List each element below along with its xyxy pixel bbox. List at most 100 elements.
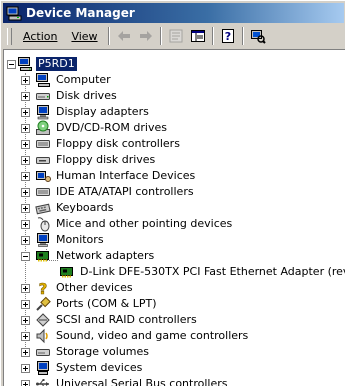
plus-icon: [23, 190, 28, 195]
category-label: SCSI and RAID controllers: [56, 313, 197, 326]
device-tree-pane[interactable]: P5RD1 Computer Disk drives Display adapt…: [3, 49, 345, 386]
menu-view[interactable]: View: [64, 28, 104, 45]
expand-toggle-root[interactable]: [7, 60, 16, 69]
category-usb[interactable]: Universal Serial Bus controllers: [35, 376, 229, 386]
sound-icon: [36, 328, 48, 344]
expand-toggle-floppy-drives[interactable]: [21, 156, 30, 165]
window-title: Device Manager: [26, 6, 135, 20]
category-floppy-drives[interactable]: Floppy disk drives: [35, 152, 157, 168]
category-computer[interactable]: Computer: [35, 72, 113, 88]
plus-icon: [23, 94, 28, 99]
category-mice[interactable]: Mice and other pointing devices: [35, 216, 234, 232]
ide-controller-icon: [36, 188, 50, 196]
expand-toggle-usb[interactable]: [21, 380, 30, 386]
system-device-icon: [37, 361, 49, 375]
toolbar-separator: [159, 27, 162, 45]
title-bar[interactable]: Device Manager: [3, 3, 344, 23]
expand-toggle-scsi[interactable]: [21, 316, 30, 325]
expand-toggle-ports[interactable]: [21, 300, 30, 309]
toolbar-grip[interactable]: [7, 27, 12, 45]
unknown-device-icon: ?: [38, 280, 48, 296]
category-other-devices[interactable]: ? Other devices: [35, 280, 135, 296]
expand-toggle-monitors[interactable]: [21, 236, 30, 245]
category-storage-volumes[interactable]: Storage volumes: [35, 344, 151, 360]
properties-button[interactable]: [165, 26, 187, 46]
category-disk-drives[interactable]: Disk drives: [35, 88, 119, 104]
toolbar-separator: [241, 27, 244, 45]
plus-icon: [23, 222, 28, 227]
network-adapter-icon: [60, 267, 73, 278]
expand-toggle-keyboards[interactable]: [21, 204, 30, 213]
plus-icon: [23, 110, 28, 115]
category-scsi[interactable]: SCSI and RAID controllers: [35, 312, 199, 328]
device-tree[interactable]: P5RD1 Computer Disk drives Display adapt…: [4, 50, 345, 386]
svg-text:?: ?: [224, 30, 230, 43]
plus-icon: [23, 286, 28, 291]
expand-toggle-floppy-controllers[interactable]: [21, 140, 30, 149]
toolbar-separator: [107, 27, 110, 45]
plus-icon: [23, 126, 28, 131]
help-button[interactable]: ?: [217, 26, 239, 46]
expand-toggle-dvd-cdrom[interactable]: [21, 124, 30, 133]
device-manager-icon: [6, 6, 22, 21]
details-view-button[interactable]: [187, 26, 209, 46]
tree-root-label: P5RD1: [36, 57, 77, 71]
properties-icon: [169, 29, 183, 43]
expand-toggle-system-devices[interactable]: [21, 364, 30, 373]
expand-toggle-sound[interactable]: [21, 332, 30, 341]
category-label: Sound, video and game controllers: [56, 329, 249, 342]
category-label: DVD/CD-ROM drives: [56, 121, 167, 134]
expand-toggle-other-devices[interactable]: [21, 284, 30, 293]
category-label: Computer: [56, 73, 111, 86]
category-label: System devices: [56, 361, 143, 374]
plus-icon: [23, 142, 28, 147]
expand-toggle-display-adapters[interactable]: [21, 108, 30, 117]
expand-toggle-computer[interactable]: [21, 76, 30, 85]
expand-toggle-ide[interactable]: [21, 188, 30, 197]
device-label: D-Link DFE-530TX PCI Fast Ethernet Adapt…: [80, 265, 345, 278]
device-manager-window: Device Manager Action View ? P5RD1 Compu…: [0, 0, 345, 386]
expand-toggle-network-adapters[interactable]: [21, 252, 30, 261]
expand-toggle-mice[interactable]: [21, 220, 30, 229]
scan-hardware-button[interactable]: [247, 26, 269, 46]
scan-hardware-icon: [250, 30, 266, 44]
category-monitors[interactable]: Monitors: [35, 232, 106, 248]
forward-button[interactable]: [135, 26, 157, 46]
minus-icon: [23, 256, 28, 257]
floppy-drive-icon: [36, 157, 50, 164]
category-system-devices[interactable]: System devices: [35, 360, 144, 376]
category-label: Storage volumes: [56, 345, 150, 358]
category-hid[interactable]: Human Interface Devices: [35, 168, 197, 184]
keyboard-icon: [35, 203, 51, 215]
back-arrow-icon: [117, 31, 130, 41]
category-floppy-controllers[interactable]: Floppy disk controllers: [35, 136, 182, 152]
category-keyboards[interactable]: Keyboards: [35, 200, 115, 216]
category-label: Universal Serial Bus controllers: [56, 377, 228, 386]
plus-icon: [23, 318, 28, 323]
plus-icon: [23, 350, 28, 355]
cdrom-icon: [36, 120, 50, 135]
category-network-adapters[interactable]: Network adapters: [35, 248, 156, 264]
category-dvd-cdrom[interactable]: DVD/CD-ROM drives: [35, 120, 169, 136]
tree-root[interactable]: P5RD1: [17, 56, 77, 72]
computer-icon: [18, 57, 32, 71]
expand-toggle-disk-drives[interactable]: [21, 92, 30, 101]
category-label: Ports (COM & LPT): [56, 297, 157, 310]
category-display-adapters[interactable]: Display adapters: [35, 104, 151, 120]
category-label: Disk drives: [56, 89, 117, 102]
device-dlink-ethernet[interactable]: D-Link DFE-530TX PCI Fast Ethernet Adapt…: [59, 264, 345, 280]
monitor-icon: [37, 233, 49, 247]
mouse-icon: [37, 217, 50, 232]
expand-toggle-storage-volumes[interactable]: [21, 348, 30, 357]
svg-text:?: ?: [39, 280, 48, 296]
back-button[interactable]: [113, 26, 135, 46]
category-sound[interactable]: Sound, video and game controllers: [35, 328, 250, 344]
category-ports[interactable]: Ports (COM & LPT): [35, 296, 159, 312]
help-icon: ?: [221, 29, 234, 43]
category-ide[interactable]: IDE ATA/ATAPI controllers: [35, 184, 196, 200]
menu-action[interactable]: Action: [16, 28, 64, 45]
port-icon: [36, 296, 51, 311]
computer-icon: [36, 73, 50, 87]
expand-toggle-hid[interactable]: [21, 172, 30, 181]
hid-icon: [36, 171, 51, 182]
